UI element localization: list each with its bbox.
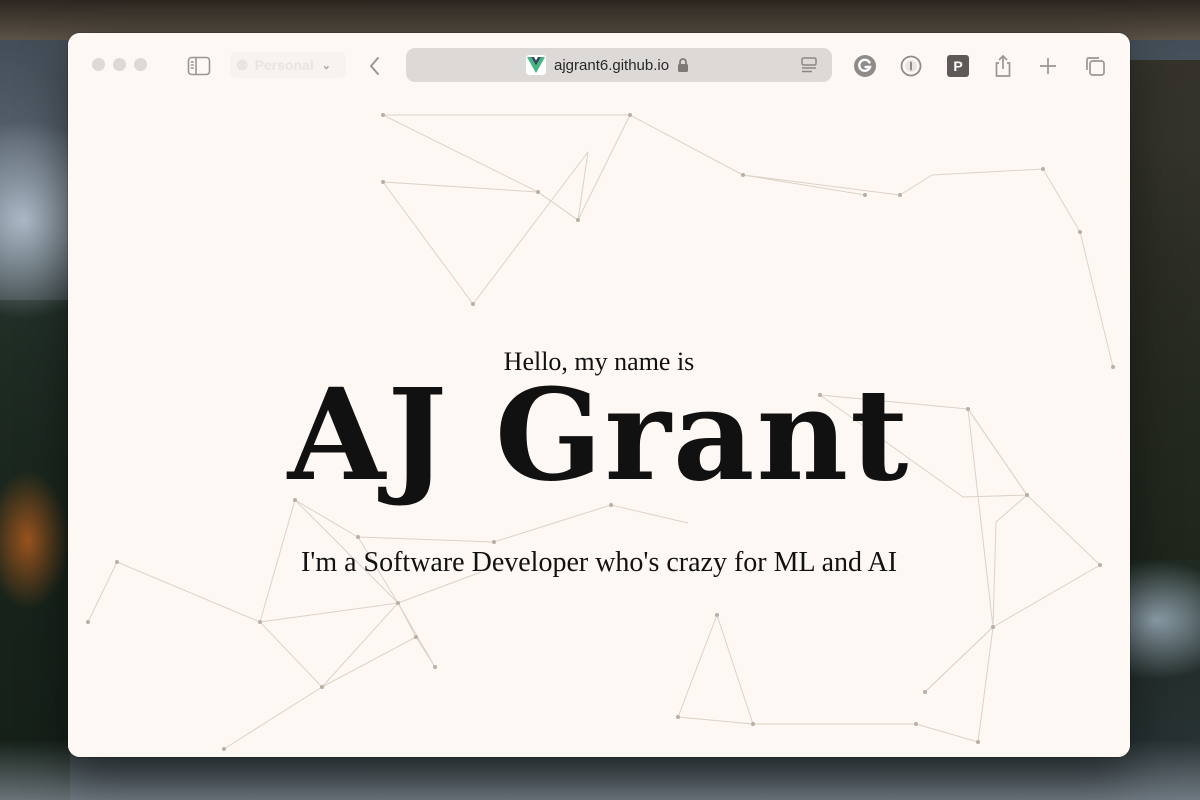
profile-label: Personal <box>254 57 314 73</box>
profile-icon: ⚉ <box>236 56 249 73</box>
p-extension-icon: P <box>947 55 969 77</box>
browser-window: ⚉ Personal ⌄ ajgrant6.github.io P Hello,… <box>68 33 1130 757</box>
url-text: ajgrant6.github.io <box>554 56 670 74</box>
p-extension-label: P <box>953 58 963 74</box>
p-extension-button[interactable]: P <box>945 53 971 79</box>
lock-icon <box>678 57 689 72</box>
tab-overview-button[interactable] <box>1082 53 1108 79</box>
onepassword-icon <box>900 55 922 77</box>
address-bar[interactable]: ajgrant6.github.io <box>406 48 832 82</box>
vue-logo-icon <box>526 55 546 75</box>
plus-icon <box>1040 58 1056 74</box>
grammarly-icon <box>854 55 876 77</box>
tab-overview-icon <box>1086 57 1105 76</box>
new-tab-button[interactable] <box>1035 53 1061 79</box>
share-button[interactable] <box>990 53 1016 79</box>
zoom-window-button[interactable] <box>134 58 147 71</box>
grammarly-extension-button[interactable] <box>852 53 878 79</box>
onepassword-extension-button[interactable] <box>898 53 924 79</box>
sidebar-icon <box>187 56 211 76</box>
browser-toolbar: ⚉ Personal ⌄ ajgrant6.github.io P <box>68 33 1130 97</box>
back-button[interactable] <box>362 53 388 79</box>
sidebar-toggle-button[interactable] <box>186 53 212 79</box>
close-window-button[interactable] <box>92 58 105 71</box>
share-icon <box>995 54 1011 77</box>
profile-switcher[interactable]: ⚉ Personal ⌄ <box>230 52 346 78</box>
reader-mode-icon[interactable] <box>800 56 818 74</box>
chevron-left-icon <box>370 57 379 75</box>
minimize-window-button[interactable] <box>113 58 126 71</box>
chevron-down-icon: ⌄ <box>321 59 331 72</box>
window-controls <box>92 58 147 71</box>
tagline-text: I'm a Software Developer who's crazy for… <box>300 547 898 578</box>
page-content: Hello, my name is AJ Grant I'm a Softwar… <box>68 97 1130 757</box>
hero-name: AJ Grant <box>287 361 911 509</box>
